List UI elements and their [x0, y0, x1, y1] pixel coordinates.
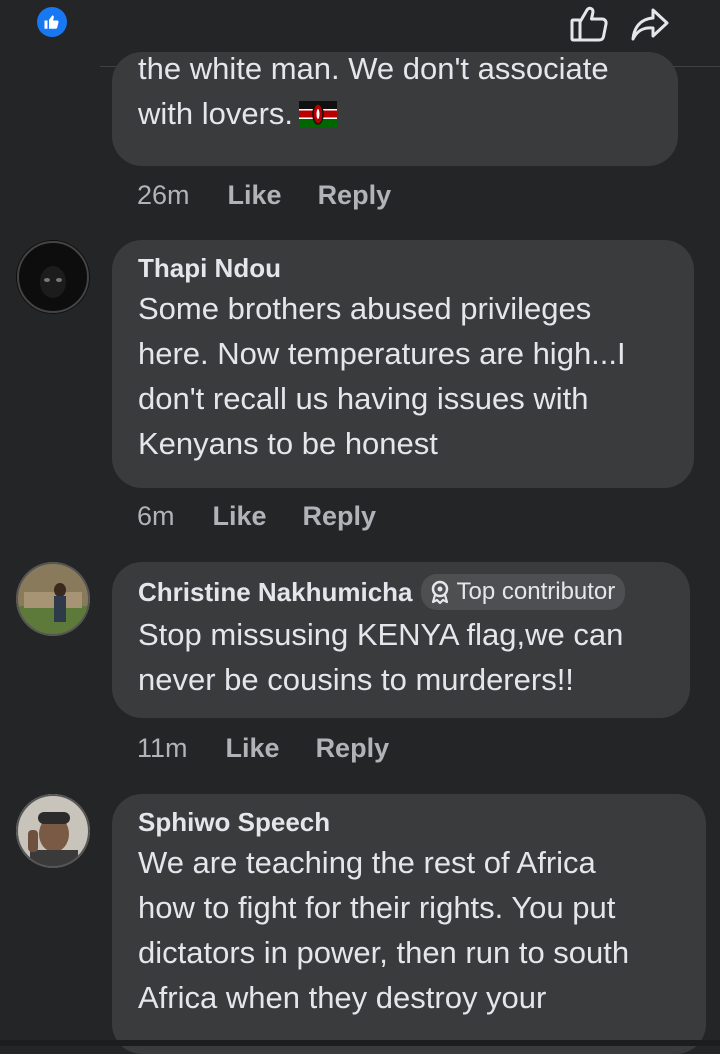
comment-text-line: with lovers.: [138, 91, 654, 136]
like-reaction-icon: [37, 7, 67, 37]
top-contributor-icon: [431, 580, 448, 604]
comment-author[interactable]: Sphiwo Speech: [138, 806, 682, 838]
comment-meta: 6m Like Reply: [137, 501, 376, 532]
comment-author[interactable]: Thapi Ndou: [138, 252, 670, 284]
comment-text-line: how to fight for their rights. You put: [138, 890, 616, 925]
comment-text-line-text: with lovers.: [138, 96, 294, 131]
avatar[interactable]: [16, 562, 90, 636]
comment-bubble: the white man. We don't associate with l…: [112, 52, 678, 166]
reply-link[interactable]: Reply: [318, 180, 392, 211]
comment-bubble: Sphiwo Speech We are teaching the rest o…: [112, 794, 706, 1054]
reply-link[interactable]: Reply: [316, 733, 390, 764]
comment-text-line: Stop missusing KENYA flag,we can: [138, 617, 624, 652]
comment-text-line: the white man. We don't associate: [138, 52, 609, 86]
comment-text-line: dictators in power, then run to south: [138, 935, 630, 970]
comment-meta: 26m Like Reply: [137, 180, 391, 211]
badge-label: Top contributor: [456, 578, 616, 605]
reply-link[interactable]: Reply: [303, 501, 377, 532]
comment-author[interactable]: Christine Nakhumicha: [138, 576, 413, 608]
comment-text-line: Africa when they destroy your: [138, 980, 547, 1015]
like-link[interactable]: Like: [228, 180, 282, 211]
comment-text-line: never be cousins to murderers!!: [138, 662, 574, 697]
comment-author-row: Christine Nakhumicha Top contributor: [138, 574, 666, 610]
comment-bubble: Christine Nakhumicha Top contributor Sto…: [112, 562, 690, 718]
top-contributor-badge[interactable]: Top contributor: [420, 574, 626, 610]
avatar[interactable]: [16, 794, 90, 868]
bottom-divider: [0, 1040, 720, 1046]
comment-text-line: here. Now temperatures are high...I: [138, 336, 626, 371]
avatar[interactable]: [16, 240, 90, 314]
like-link[interactable]: Like: [226, 733, 280, 764]
share-arrow-icon[interactable]: [628, 4, 672, 44]
comment-text: Some brothers abused privileges here. No…: [138, 286, 670, 466]
like-link[interactable]: Like: [213, 501, 267, 532]
comment-text-line: We are teaching the rest of Africa: [138, 845, 596, 880]
comment-text-line: Kenyans to be honest: [138, 426, 438, 461]
comment-bubble: Thapi Ndou Some brothers abused privileg…: [112, 240, 694, 488]
comment-text-line: Some brothers abused privileges: [138, 291, 592, 326]
comment-meta: 11m Like Reply: [137, 733, 389, 764]
thumbs-up-outline-icon[interactable]: [567, 4, 611, 44]
comment-text: the white man. We don't associate with l…: [138, 52, 654, 136]
comment-time: 6m: [137, 501, 175, 531]
comment-text: We are teaching the rest of Africa how t…: [138, 840, 682, 1020]
comment-text: Stop missusing KENYA flag,we can never b…: [138, 612, 666, 702]
comment-time: 11m: [137, 733, 188, 763]
comment-text-line: don't recall us having issues with: [138, 381, 589, 416]
comment-time: 26m: [137, 180, 190, 210]
kenya-flag-icon: [299, 101, 338, 127]
